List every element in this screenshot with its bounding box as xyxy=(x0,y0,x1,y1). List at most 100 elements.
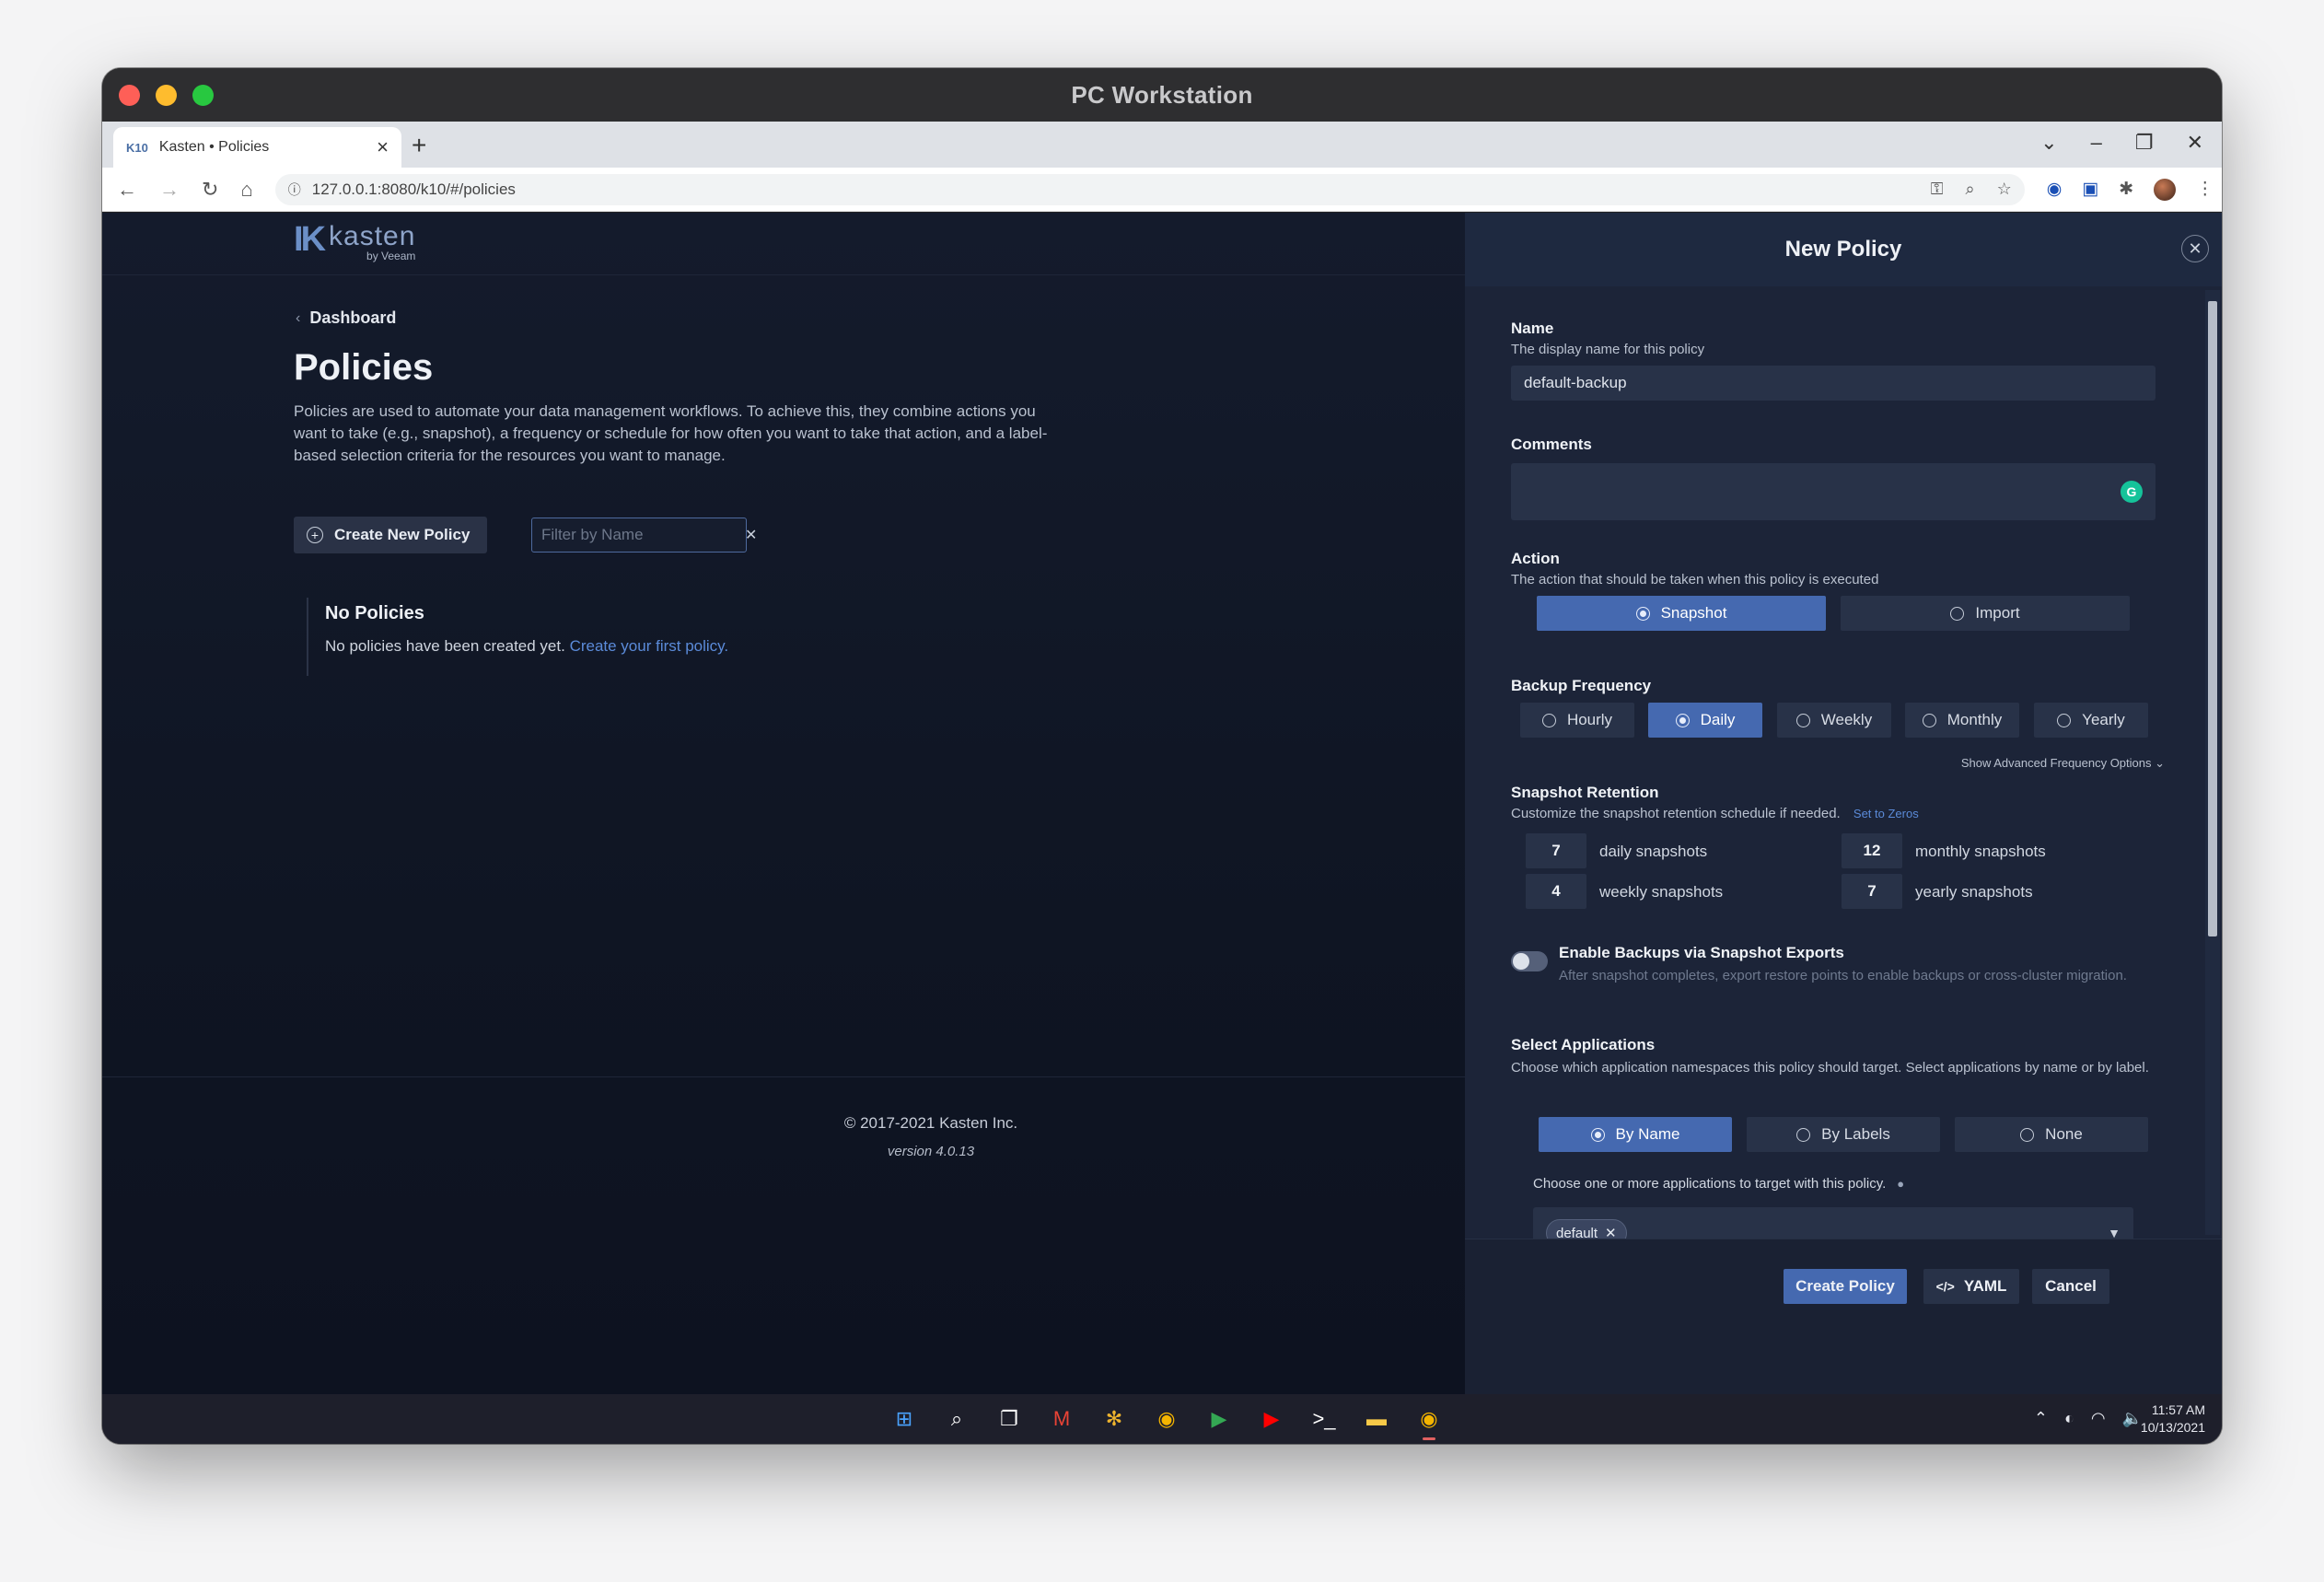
select-applications-help: Choose which application namespaces this… xyxy=(1511,1060,2149,1076)
youtube-icon[interactable]: ▶ xyxy=(1254,1402,1289,1437)
new-tab-button[interactable]: + xyxy=(412,131,426,160)
breadcrumb-dashboard[interactable]: Dashboard xyxy=(309,308,396,328)
maximize-window-button[interactable] xyxy=(192,85,214,106)
set-to-zeros-link[interactable]: Set to Zeros xyxy=(1853,807,1919,820)
meet-icon[interactable]: ▶ xyxy=(1202,1402,1237,1437)
action-help: The action that should be taken when thi… xyxy=(1511,572,1879,587)
system-clock[interactable]: 11:57 AM 10/13/2021 xyxy=(2141,1402,2205,1437)
applications-select[interactable]: default ✕ ▼ xyxy=(1533,1207,2133,1239)
tab-title: Kasten • Policies xyxy=(158,139,270,155)
clock-date: 10/13/2021 xyxy=(2140,1420,2205,1435)
windows-start-icon[interactable]: ⊞ xyxy=(887,1402,922,1437)
minimize-icon[interactable]: – xyxy=(2091,131,2102,155)
tab-search-icon[interactable]: ⌄ xyxy=(2040,131,2057,155)
create-new-policy-button[interactable]: + Create New Policy xyxy=(294,517,487,553)
logo-wordmark: kasten xyxy=(329,221,416,251)
key-icon[interactable]: ⚿ xyxy=(1931,180,1944,199)
yearly-snapshots-input[interactable]: 7 xyxy=(1842,874,1902,909)
extension-1-icon[interactable]: ◉ xyxy=(2047,179,2063,200)
system-tray: ⌃ ◐ ◠ 🔈 xyxy=(2034,1409,2143,1428)
monthly-snapshots-input[interactable]: 12 xyxy=(1842,833,1902,868)
kasten-logo[interactable]: IK kasten by Veeam xyxy=(294,221,416,263)
os-taskbar: ⊞ ⌕ ❐ M ✻ ◉ ▶ ▶ >_ ▬ ◉ ⌃ ◐ ◠ 🔈 11:57 AM … xyxy=(102,1394,2222,1444)
action-import-option[interactable]: Import xyxy=(1841,596,2130,631)
tab-strip: K10 Kasten • Policies × + ⌄ – ❐ ✕ xyxy=(102,122,2222,168)
zoom-icon[interactable]: ⌕ xyxy=(1966,180,1975,199)
action-snapshot-option[interactable]: Snapshot xyxy=(1537,596,1826,631)
volume-icon[interactable]: 🔈 xyxy=(2122,1409,2143,1428)
slack-icon[interactable]: ✻ xyxy=(1097,1402,1132,1437)
terminal-icon[interactable]: >_ xyxy=(1307,1402,1342,1437)
forward-icon[interactable]: → xyxy=(159,178,180,202)
menu-dots-icon[interactable]: ⋮ xyxy=(2196,179,2214,200)
back-icon[interactable]: ← xyxy=(117,178,137,202)
create-policy-button[interactable]: Create Policy xyxy=(1784,1269,1907,1304)
action-snapshot-label: Snapshot xyxy=(1660,604,1727,622)
minimize-window-button[interactable] xyxy=(156,85,177,106)
bookmark-star-icon[interactable]: ☆ xyxy=(1997,180,2012,199)
vpn-icon[interactable]: ◐ xyxy=(2064,1409,2074,1428)
frequency-hourly-option[interactable]: Hourly xyxy=(1520,703,1634,738)
extension-2-icon[interactable]: ▣ xyxy=(2082,179,2098,200)
radio-icon xyxy=(1796,1127,1811,1142)
weekly-snapshots-input[interactable]: 4 xyxy=(1526,874,1586,909)
traffic-lights xyxy=(119,85,214,106)
advanced-frequency-link[interactable]: Show Advanced Frequency Options ⌄ xyxy=(1961,756,2165,771)
chrome-active-icon[interactable]: ◉ xyxy=(1412,1402,1447,1440)
puzzle-icon[interactable]: ✱ xyxy=(2119,179,2133,200)
frequency-monthly-option[interactable]: Monthly xyxy=(1905,703,2019,738)
extensions: ◉ ▣ ✱ ⋮ xyxy=(2047,178,2214,201)
backup-frequency-label: Backup Frequency xyxy=(1511,677,1652,694)
profile-avatar[interactable] xyxy=(2154,178,2177,201)
snapshot-exports-help: After snapshot completes, export restore… xyxy=(1559,968,2127,983)
breadcrumb[interactable]: ‹ Dashboard xyxy=(296,308,396,328)
create-first-policy-link[interactable]: Create your first policy. xyxy=(570,637,729,655)
kasten-favicon-icon: K10 xyxy=(126,140,148,155)
snapshot-retention-label: Snapshot Retention xyxy=(1511,784,1659,801)
reload-icon[interactable]: ↻ xyxy=(202,178,218,202)
close-tab-icon[interactable]: × xyxy=(377,135,389,159)
name-field[interactable]: default-backup xyxy=(1511,366,2156,401)
daily-snapshots-input[interactable]: 7 xyxy=(1526,833,1586,868)
radio-icon xyxy=(1541,713,1556,727)
clear-filter-icon[interactable]: ✕ xyxy=(745,526,757,544)
apps-by-labels-option[interactable]: By Labels xyxy=(1747,1117,1940,1152)
restore-icon[interactable]: ❐ xyxy=(2135,131,2154,155)
comments-field[interactable]: G xyxy=(1511,463,2156,520)
empty-state-title: No Policies xyxy=(325,603,424,623)
radio-icon xyxy=(1635,606,1650,621)
grammarly-icon[interactable]: G xyxy=(2121,481,2143,503)
cancel-button[interactable]: Cancel xyxy=(2032,1269,2109,1304)
apps-none-option[interactable]: None xyxy=(1955,1117,2148,1152)
tab-kasten-policies[interactable]: K10 Kasten • Policies × xyxy=(113,127,401,168)
close-panel-icon[interactable]: ✕ xyxy=(2181,235,2209,262)
wifi-icon[interactable]: ◠ xyxy=(2091,1409,2106,1428)
frequency-daily-option[interactable]: Daily xyxy=(1648,703,1762,738)
frequency-yearly-option[interactable]: Yearly xyxy=(2034,703,2148,738)
close-window-button[interactable] xyxy=(119,85,140,106)
info-bubble-icon[interactable]: ● xyxy=(1897,1177,1904,1191)
file-explorer-icon[interactable]: ▬ xyxy=(1359,1402,1394,1437)
url-field[interactable]: ⓘ 127.0.0.1:8080/k10/#/policies ⚿ ⌕ ☆ xyxy=(274,173,2025,205)
choose-applications-hint: Choose one or more applications to targe… xyxy=(1533,1176,1905,1192)
frequency-weekly-option[interactable]: Weekly xyxy=(1777,703,1891,738)
apps-by-name-option[interactable]: By Name xyxy=(1539,1117,1732,1152)
chrome-icon[interactable]: ◉ xyxy=(1149,1402,1184,1437)
home-icon[interactable]: ⌂ xyxy=(240,178,252,202)
snapshot-exports-toggle[interactable] xyxy=(1511,951,1548,971)
remove-chip-icon[interactable]: ✕ xyxy=(1605,1225,1617,1239)
apps-by-labels-label: By Labels xyxy=(1821,1125,1890,1143)
site-info-icon[interactable]: ⓘ xyxy=(288,180,301,199)
yaml-button[interactable]: </> YAML xyxy=(1923,1269,2019,1304)
close-icon[interactable]: ✕ xyxy=(2187,131,2203,155)
task-view-icon[interactable]: ❐ xyxy=(992,1402,1027,1437)
panel-title: New Policy xyxy=(1784,237,1902,262)
filter-input[interactable] xyxy=(541,526,745,544)
chevron-up-icon[interactable]: ⌃ xyxy=(2034,1409,2048,1428)
select-applications-label: Select Applications xyxy=(1511,1036,1656,1053)
snapshot-retention-help: Customize the snapshot retention schedul… xyxy=(1511,806,1919,821)
gmail-icon[interactable]: M xyxy=(1044,1402,1079,1437)
chevron-down-icon[interactable]: ▼ xyxy=(2108,1226,2121,1239)
search-icon[interactable]: ⌕ xyxy=(939,1402,974,1437)
window-controls: ⌄ – ❐ ✕ xyxy=(2040,131,2203,155)
